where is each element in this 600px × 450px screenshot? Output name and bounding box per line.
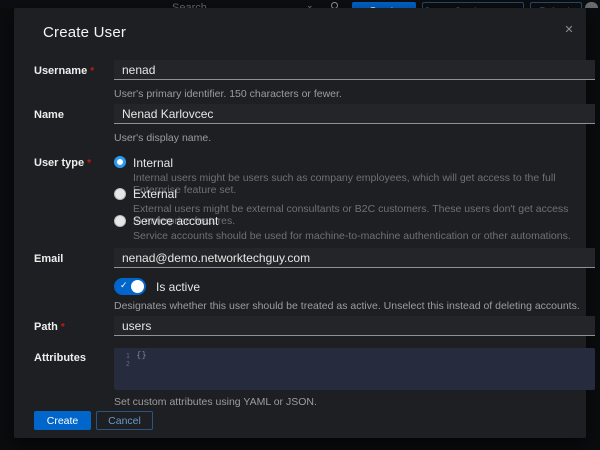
create-user-modal: Create User ✕ Username* User's primary i… xyxy=(14,8,586,438)
radio-service-account[interactable] xyxy=(114,215,126,227)
name-label: Name xyxy=(34,109,110,121)
modal-title: Create User xyxy=(43,24,126,41)
create-button[interactable]: Create xyxy=(34,411,91,430)
is-active-label: Is active xyxy=(156,280,200,294)
radio-service-account-desc: Service accounts should be used for mach… xyxy=(133,230,573,242)
required-asterisk: * xyxy=(61,322,65,333)
required-asterisk: * xyxy=(90,66,94,77)
close-icon[interactable]: ✕ xyxy=(561,22,577,38)
username-help: User's primary identifier. 150 character… xyxy=(114,88,342,100)
is-active-toggle[interactable]: ✓ xyxy=(114,278,146,295)
radio-external-label[interactable]: External xyxy=(133,187,177,201)
username-input[interactable] xyxy=(114,60,595,80)
user-type-label: User type* xyxy=(34,157,110,169)
radio-internal-desc: Internal users might be users such as co… xyxy=(133,172,573,196)
path-label: Path* xyxy=(34,321,110,333)
username-label: Username* xyxy=(34,65,110,77)
toggle-knob xyxy=(131,280,144,293)
attributes-code-editor[interactable]: 1 2 {} xyxy=(114,348,595,390)
radio-service-account-label[interactable]: Service account xyxy=(133,214,218,228)
email-label: Email xyxy=(34,253,110,265)
path-input[interactable] xyxy=(114,316,595,336)
path-label-text: Path xyxy=(34,321,58,333)
radio-internal[interactable] xyxy=(114,156,126,168)
background-topbar: Search ⌄ Create Create Service account R… xyxy=(0,0,600,8)
cancel-button[interactable]: Cancel xyxy=(96,411,153,430)
chevron-down-icon[interactable]: ⌄ xyxy=(306,0,314,8)
required-asterisk: * xyxy=(87,158,91,169)
user-type-label-text: User type xyxy=(34,157,84,169)
theme-toggle-pill[interactable] xyxy=(585,2,598,8)
radio-internal-label[interactable]: Internal xyxy=(133,156,173,170)
check-icon: ✓ xyxy=(120,280,128,291)
email-field[interactable] xyxy=(114,248,595,268)
code-line-numbers: 1 2 xyxy=(120,352,130,368)
username-label-text: Username xyxy=(34,65,87,77)
attributes-label: Attributes xyxy=(34,352,110,364)
name-input[interactable] xyxy=(114,104,595,124)
name-help: User's display name. xyxy=(114,132,211,144)
attributes-help: Set custom attributes using YAML or JSON… xyxy=(114,396,317,408)
code-content[interactable]: {} xyxy=(136,351,147,361)
radio-external[interactable] xyxy=(114,188,126,200)
is-active-help: Designates whether this user should be t… xyxy=(114,300,580,312)
